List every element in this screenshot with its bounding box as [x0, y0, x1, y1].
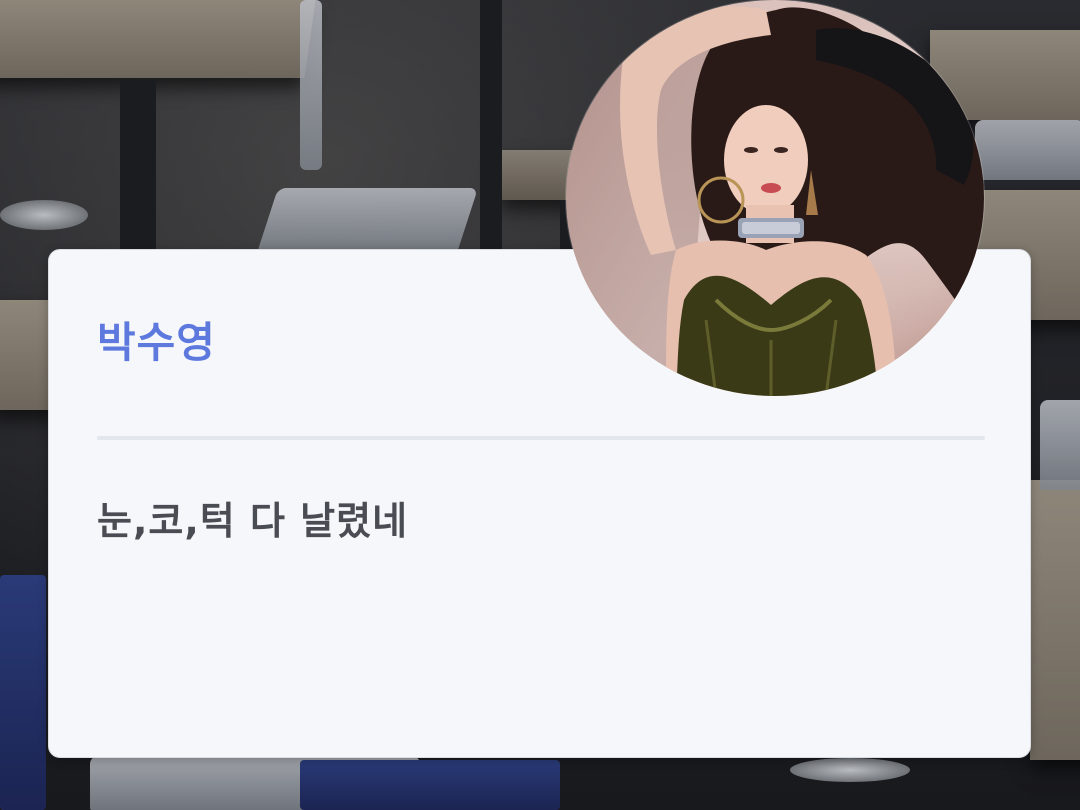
- chair-seat: [975, 120, 1080, 180]
- desk-leg: [480, 0, 502, 250]
- desk-shape: [0, 0, 316, 78]
- profile-avatar[interactable]: [566, 0, 984, 396]
- message-text: 눈,코,턱 다 날렸네: [97, 499, 409, 543]
- profile-photo-icon: [566, 0, 984, 396]
- desk-shape: [1030, 480, 1080, 760]
- floor-fixture: [790, 758, 910, 782]
- chair-seat: [257, 188, 479, 250]
- desk-leg: [120, 80, 156, 270]
- blue-chair: [0, 575, 46, 810]
- chair-seat: [300, 0, 322, 170]
- author-name: 박수영: [97, 318, 216, 367]
- chair-seat: [1040, 400, 1080, 490]
- divider: [97, 436, 985, 440]
- floor-fixture: [0, 200, 88, 230]
- blue-chair: [300, 760, 560, 810]
